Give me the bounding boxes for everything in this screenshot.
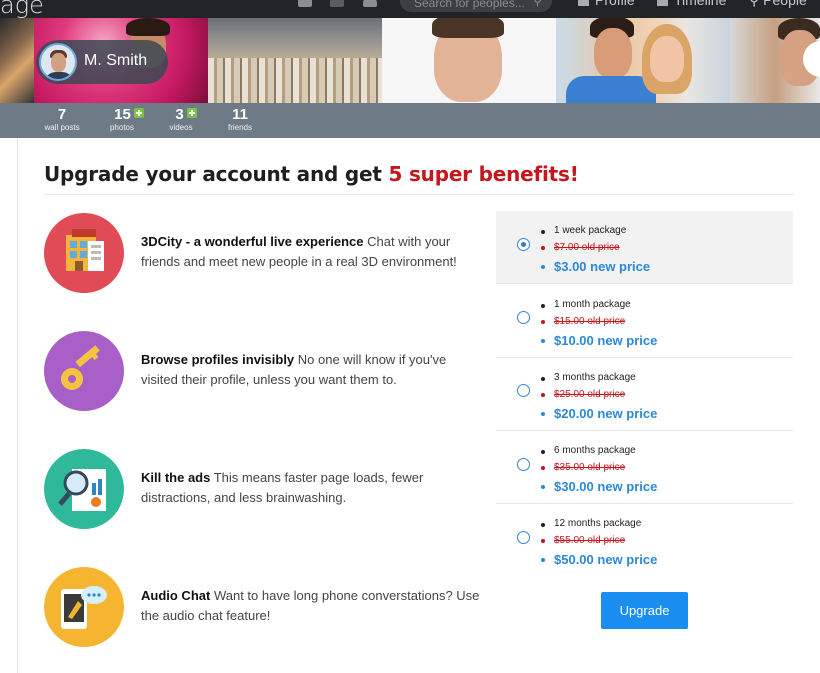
profile-icon (578, 0, 589, 6)
cover-photo-friends[interactable] (0, 18, 34, 103)
nav-link-profile[interactable]: Profile (578, 0, 635, 8)
package-option-12-months[interactable]: 12 months package $55.00 old price $50.0… (496, 504, 793, 577)
package-radio[interactable] (517, 311, 530, 324)
package-option-6-months[interactable]: 6 months package $35.00 old price $30.00… (496, 431, 793, 504)
package-option-1-week[interactable]: 1 week package $7.00 old price $3.00 new… (496, 211, 793, 284)
cover-photo-couple[interactable] (556, 18, 730, 103)
stat-friends[interactable]: 11 friends (222, 106, 258, 133)
key-icon (44, 331, 124, 411)
top-navbar: age Search for peoples... ⚲ Profile Time… (0, 0, 820, 18)
stat-photos[interactable]: 15 photos (104, 106, 154, 133)
stat-wall-posts[interactable]: 7 wall posts (42, 106, 82, 133)
timeline-icon (657, 0, 668, 6)
people-search-icon: ⚲ (749, 0, 764, 8)
package-radio[interactable] (517, 458, 530, 471)
magnifier-report-icon (44, 449, 124, 529)
messages-icon[interactable] (330, 0, 344, 7)
package-radio[interactable] (517, 238, 530, 251)
notifications-bell-icon[interactable] (363, 0, 377, 7)
city-building-icon (44, 213, 124, 293)
home-icon[interactable] (298, 0, 312, 7)
search-icon[interactable]: ⚲ (533, 0, 542, 8)
profile-name: M. Smith (84, 52, 148, 69)
benefit-kill-ads: Kill the ads This means faster page load… (141, 470, 424, 505)
package-radio[interactable] (517, 384, 530, 397)
headline-highlight: 5 super benefits! (388, 162, 579, 186)
package-option-3-months[interactable]: 3 months package $25.00 old price $20.00… (496, 358, 793, 431)
package-radio[interactable] (517, 531, 530, 544)
add-video-icon[interactable] (186, 108, 197, 118)
cover-photo-portrait[interactable] (382, 18, 556, 103)
stat-videos[interactable]: 3 videos (166, 106, 206, 133)
upgrade-button[interactable]: Upgrade (601, 592, 688, 629)
avatar[interactable] (39, 43, 77, 81)
search-input[interactable]: Search for peoples... ⚲ (400, 0, 552, 12)
nav-link-timeline[interactable]: Timeline (657, 0, 726, 8)
cover-photo-banner: M. Smith (0, 18, 820, 103)
benefit-3dcity: 3DCity - a wonderful live experience Cha… (141, 234, 457, 269)
site-logo[interactable]: age (0, 0, 44, 18)
phone-chat-icon (44, 567, 124, 647)
package-option-1-month[interactable]: 1 month package $15.00 old price $10.00 … (496, 285, 793, 358)
search-placeholder: Search for peoples... (414, 0, 525, 10)
divider (44, 194, 794, 195)
upgrade-headline: Upgrade your account and get 5 super ben… (44, 162, 579, 186)
benefit-audio-chat: Audio Chat Want to have long phone conve… (141, 588, 480, 623)
profile-stats-bar: 7 wall posts 15 photos 3 videos 11 frien… (0, 103, 820, 138)
benefit-browse-invisibly: Browse profiles invisibly No one will kn… (141, 352, 447, 387)
nav-link-people[interactable]: ⚲ People (749, 0, 807, 9)
cover-photo-city[interactable] (208, 18, 382, 103)
profile-name-pill[interactable]: M. Smith (36, 40, 168, 84)
add-photo-icon[interactable] (133, 108, 144, 118)
